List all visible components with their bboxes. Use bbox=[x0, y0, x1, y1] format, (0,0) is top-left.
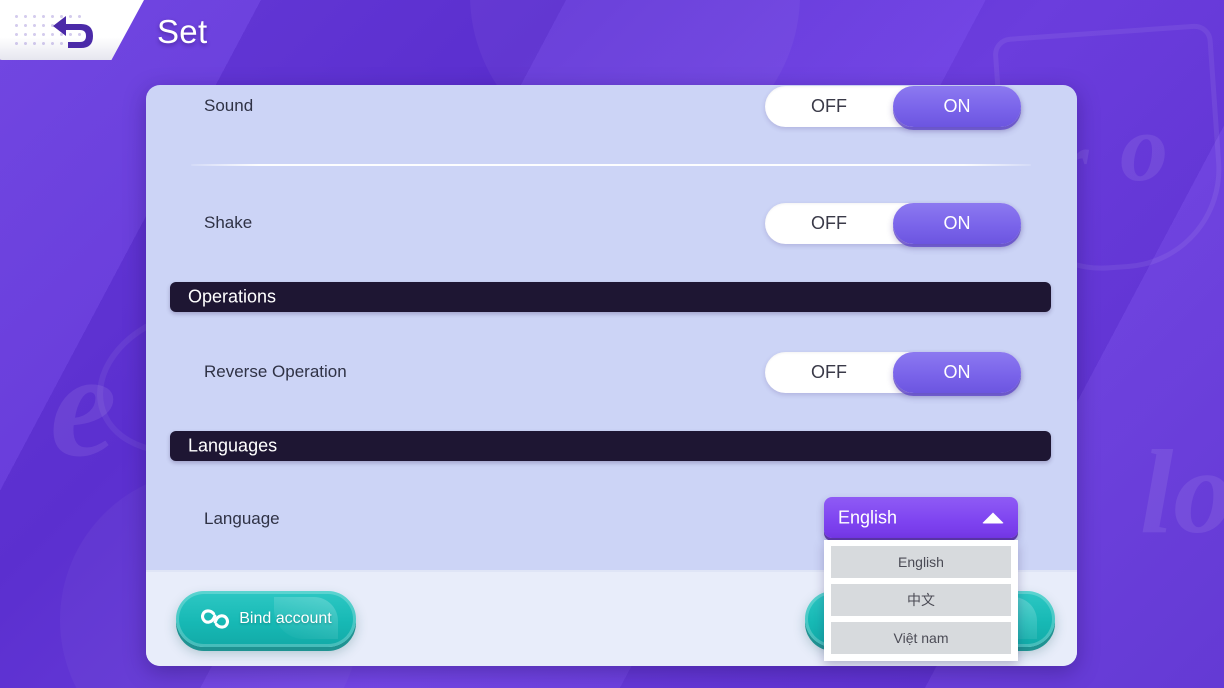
toggle-reverse-operation-off-label: OFF bbox=[811, 362, 847, 382]
bind-account-label: Bind account bbox=[239, 610, 332, 627]
language-dropdown-button[interactable]: English bbox=[824, 497, 1018, 538]
setting-label-reverse-operation: Reverse Operation bbox=[204, 362, 347, 381]
row-divider bbox=[191, 164, 1031, 166]
back-arrow-icon bbox=[53, 16, 93, 48]
toggle-reverse-operation-knob: ON bbox=[893, 352, 1021, 393]
toggle-sound-off-label: OFF bbox=[811, 96, 847, 116]
toggle-sound-knob: ON bbox=[893, 86, 1021, 127]
setting-row-shake: Shake OFF ON bbox=[146, 186, 1077, 260]
setting-label-sound: Sound bbox=[204, 96, 254, 115]
section-header-languages: Languages bbox=[170, 431, 1051, 461]
toggle-shake-off-label: OFF bbox=[811, 213, 847, 233]
section-header-languages-label: Languages bbox=[188, 435, 278, 456]
chain-link-icon bbox=[201, 609, 230, 629]
language-dropdown-list: English 中文 Việt nam bbox=[824, 540, 1018, 661]
section-header-operations-label: Operations bbox=[188, 286, 277, 307]
setting-row-reverse-operation: Reverse Operation OFF ON bbox=[146, 335, 1077, 409]
toggle-sound-on-label: ON bbox=[943, 96, 971, 116]
caret-up-icon bbox=[982, 512, 1004, 523]
toggle-sound[interactable]: OFF ON bbox=[765, 86, 1021, 127]
settings-panel: Sound OFF ON Shake OFF ON Operations Rev… bbox=[146, 85, 1077, 666]
section-header-operations: Operations bbox=[170, 282, 1051, 312]
language-option-vietnamese[interactable]: Việt nam bbox=[831, 622, 1011, 654]
bind-account-button[interactable]: Bind account bbox=[176, 591, 356, 647]
toggle-shake-knob: ON bbox=[893, 203, 1021, 244]
language-dropdown: English English 中文 Việt nam bbox=[824, 497, 1018, 661]
page-title: Set bbox=[157, 13, 208, 50]
toggle-shake-on-label: ON bbox=[943, 213, 971, 233]
language-option-english[interactable]: English bbox=[831, 546, 1011, 578]
toggle-reverse-operation-on-label: ON bbox=[943, 362, 971, 382]
setting-row-sound: Sound OFF ON bbox=[146, 85, 1077, 143]
toggle-reverse-operation[interactable]: OFF ON bbox=[765, 352, 1021, 393]
toggle-shake[interactable]: OFF ON bbox=[765, 203, 1021, 244]
setting-label-language: Language bbox=[204, 509, 280, 528]
app-screen: r o lo e Set Sound OFF ON bbox=[0, 0, 1224, 688]
language-option-chinese[interactable]: 中文 bbox=[831, 584, 1011, 616]
language-dropdown-selected: English bbox=[838, 507, 898, 527]
setting-label-shake: Shake bbox=[204, 213, 253, 232]
